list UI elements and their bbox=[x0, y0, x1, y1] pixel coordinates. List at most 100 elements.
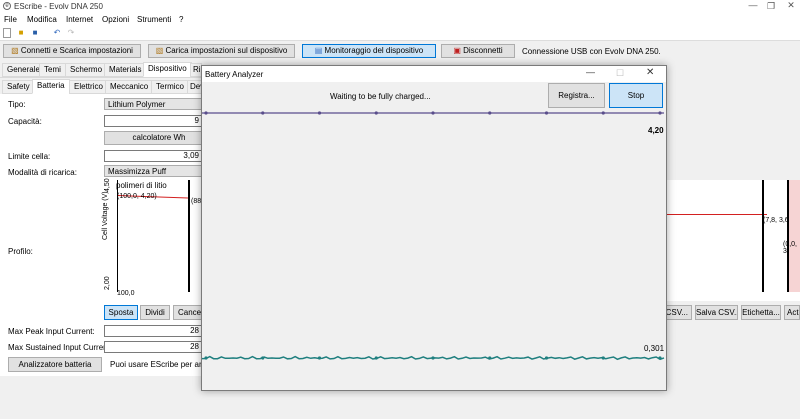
y-axis-label: Cell Voltage (V) bbox=[102, 191, 109, 240]
monitor-button[interactable]: ▤ Monitoraggio del dispositivo bbox=[302, 44, 436, 58]
connection-status: Connessione USB con Evolv DNA 250. bbox=[522, 47, 661, 56]
window-title: EScribe - Evolv DNA 250 bbox=[14, 2, 103, 11]
voltage-point bbox=[261, 111, 265, 115]
actions-button[interactable]: Acti bbox=[784, 305, 800, 320]
limite-label: Limite cella: bbox=[8, 152, 51, 161]
tab-materials[interactable]: Materials bbox=[104, 63, 147, 77]
profile-series-name: polimeri di litio bbox=[116, 181, 167, 190]
capacita-field[interactable]: 9 bbox=[104, 115, 202, 127]
menu-strumenti[interactable]: Strumenti bbox=[137, 15, 171, 24]
max-sustained-field[interactable]: 28 bbox=[104, 341, 202, 353]
menu-file[interactable]: File bbox=[4, 15, 17, 24]
menu-modifica[interactable]: Modifica bbox=[27, 15, 57, 24]
profilo-label: Profilo: bbox=[8, 247, 33, 256]
tab-termico[interactable]: Termico bbox=[151, 80, 190, 94]
tab-dev[interactable]: Dev bbox=[187, 80, 202, 94]
profile-x-left: 100,0 bbox=[117, 290, 135, 297]
menu-help[interactable]: ? bbox=[179, 15, 183, 24]
profile-right-axis bbox=[762, 180, 764, 292]
record-button[interactable]: Registra... bbox=[548, 83, 605, 108]
disconnect-button[interactable]: ▣ Disconnetti bbox=[441, 44, 515, 58]
voltage-point bbox=[431, 111, 435, 115]
cancella-button[interactable]: Cancell bbox=[173, 305, 202, 320]
close-icon[interactable]: ✕ bbox=[782, 0, 800, 11]
voltage-point bbox=[544, 111, 549, 115]
dividi-button[interactable]: Dividi bbox=[140, 305, 170, 320]
menu-bar: File Modifica Internet Opzioni Strumenti… bbox=[0, 13, 800, 26]
toolbar: ■ ■ ↶ ↷ bbox=[0, 26, 800, 41]
disconnect-icon: ▣ bbox=[453, 46, 461, 55]
current-point bbox=[488, 356, 492, 360]
profile-point-label: (100,0, 4,20) bbox=[117, 193, 157, 200]
undo-icon[interactable]: ↶ bbox=[52, 28, 62, 38]
current-point bbox=[431, 356, 435, 360]
modalita-select[interactable]: Massimizza Puff bbox=[104, 165, 202, 177]
label-button[interactable]: Etichetta... bbox=[741, 305, 781, 320]
profile-line-right bbox=[667, 214, 767, 215]
max-sustained-label: Max Sustained Input Current: bbox=[8, 343, 113, 352]
tab-temi[interactable]: Temi bbox=[39, 63, 66, 77]
connect-icon: ▧ bbox=[11, 46, 19, 55]
max-peak-label: Max Peak Input Current: bbox=[8, 327, 95, 336]
battery-analyzer-button[interactable]: Analizzatore batteria bbox=[8, 357, 102, 372]
dialog-maximize-icon[interactable]: ☐ bbox=[616, 68, 624, 79]
new-file-icon[interactable] bbox=[3, 28, 11, 38]
current-point bbox=[374, 356, 378, 360]
dialog-minimize-icon[interactable]: — bbox=[586, 67, 595, 77]
save-csv-button[interactable]: Salva CSV... bbox=[695, 305, 738, 320]
voltage-point bbox=[317, 111, 322, 115]
analyzer-chart bbox=[202, 111, 665, 361]
tipo-select[interactable]: Lithium Polymer bbox=[104, 98, 202, 110]
voltage-point bbox=[204, 111, 208, 115]
tab-batteria[interactable]: Batteria bbox=[32, 79, 70, 94]
capacita-label: Capacità: bbox=[8, 117, 42, 126]
wh-calculator-button[interactable]: calcolatore Wh bbox=[104, 131, 214, 145]
save-icon[interactable]: ■ bbox=[30, 28, 40, 38]
monitor-icon: ▤ bbox=[314, 46, 323, 55]
sposta-button[interactable]: Sposta bbox=[104, 305, 138, 320]
upload-icon: ▧ bbox=[155, 46, 164, 55]
connect-button[interactable]: ▧ Connetti e Scarica impostazioni bbox=[3, 44, 141, 58]
limite-field[interactable]: 3,09 bbox=[104, 150, 202, 162]
current-point bbox=[544, 356, 549, 360]
profile-chart-right: (7,8, 3,6 (0,0, 3 bbox=[667, 180, 800, 301]
tab-schermo[interactable]: Schermo bbox=[65, 63, 108, 77]
profile-right-label-1: (7,8, 3,6 bbox=[763, 217, 789, 224]
tab-dispositivo[interactable]: Dispositivo bbox=[143, 62, 192, 77]
voltage-point bbox=[488, 111, 492, 115]
profile-right-axis-2 bbox=[787, 180, 789, 292]
bottom-value-label: 0,301 bbox=[644, 344, 665, 353]
menu-opzioni[interactable]: Opzioni bbox=[102, 15, 129, 24]
voltage-point bbox=[374, 111, 378, 115]
current-point bbox=[658, 356, 662, 360]
y-axis-bottom: 2,00 bbox=[104, 276, 111, 290]
dialog-body: Waiting to be fully charged... Registra.… bbox=[202, 82, 666, 390]
open-folder-icon[interactable]: ■ bbox=[16, 28, 26, 38]
max-peak-field[interactable]: 28 bbox=[104, 325, 202, 337]
redo-icon[interactable]: ↷ bbox=[66, 28, 76, 38]
profile-point-label-2: (88 bbox=[191, 198, 202, 205]
current-point bbox=[317, 356, 322, 360]
restore-icon[interactable]: ❐ bbox=[762, 1, 780, 12]
upload-settings-button[interactable]: ▧ Carica impostazioni sul dispositivo bbox=[148, 44, 295, 58]
minimize-icon[interactable]: — bbox=[744, 0, 762, 10]
dialog-close-icon[interactable]: ✕ bbox=[646, 67, 654, 78]
current-point bbox=[204, 356, 208, 360]
dialog-title: Battery Analyzer bbox=[205, 70, 264, 79]
modalita-label: Modalità di ricarica: bbox=[8, 168, 77, 177]
menu-internet[interactable]: Internet bbox=[66, 15, 93, 24]
tab-divider bbox=[0, 77, 202, 78]
profile-divider bbox=[188, 180, 190, 292]
current-point bbox=[601, 356, 605, 360]
voltage-point bbox=[658, 111, 662, 115]
tab-safety[interactable]: Safety bbox=[2, 80, 35, 94]
y-axis-top: 4,50 bbox=[104, 178, 111, 192]
tab-elettrico[interactable]: Elettrico bbox=[69, 80, 108, 94]
voltage-point bbox=[601, 111, 605, 115]
current-point bbox=[261, 356, 265, 360]
app-icon: e bbox=[3, 2, 11, 10]
window-titlebar: e EScribe - Evolv DNA 250 — ❐ ✕ bbox=[0, 0, 800, 13]
tab-meccanico[interactable]: Meccanico bbox=[105, 80, 154, 94]
stop-button[interactable]: Stop bbox=[609, 83, 663, 108]
profile-right-label-2: (0,0, 3 bbox=[783, 241, 798, 255]
